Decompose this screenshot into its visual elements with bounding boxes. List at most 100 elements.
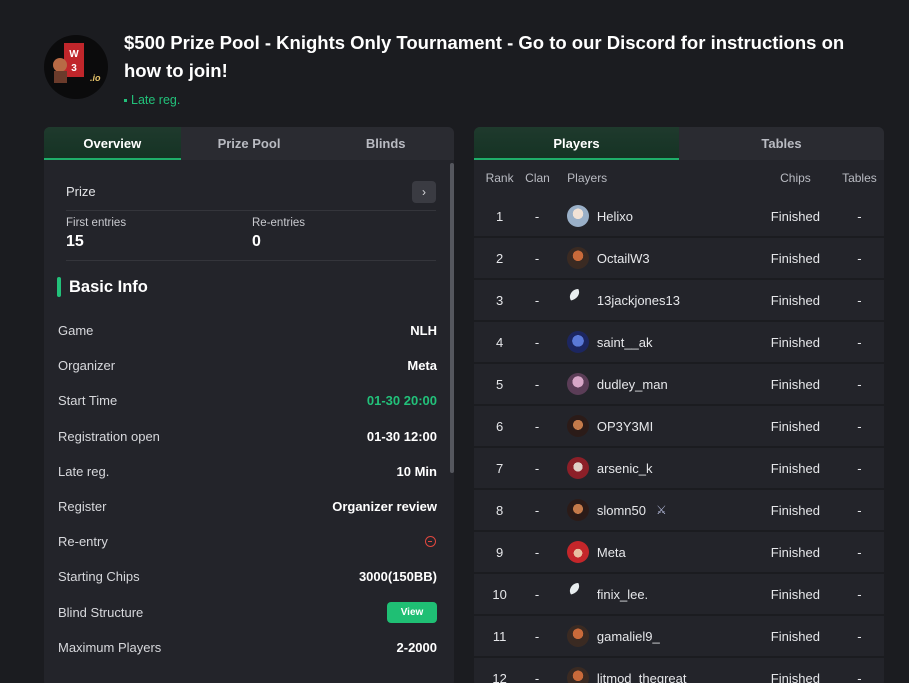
info-row-organizer: Organizer Meta — [58, 348, 437, 383]
clan-cell: - — [534, 670, 540, 683]
column-rank[interactable]: Rank — [474, 171, 525, 185]
table-row[interactable]: 9 - Meta Finished - — [474, 532, 884, 574]
chips-cell: Finished — [770, 460, 820, 476]
basic-info-list: Game NLH Organizer Meta Start Time 01-30… — [58, 313, 437, 665]
status-badge: Late reg. — [124, 93, 180, 107]
first-entries-label: First entries — [66, 217, 127, 229]
player-cell[interactable]: Meta — [549, 541, 756, 563]
rank-cell: 5 — [495, 376, 504, 392]
view-blinds-button[interactable]: View — [387, 601, 437, 623]
avatar — [566, 457, 589, 479]
players-table-header: Rank Clan Players Chips Tables — [474, 160, 884, 196]
player-name: gamaliel9_ — [596, 628, 660, 644]
player-cell[interactable]: finix_lee. — [549, 583, 756, 605]
player-cell[interactable]: Helixo — [549, 205, 756, 227]
table-row[interactable]: 12 - litmod_thegreat Finished - — [474, 658, 884, 683]
column-tables[interactable]: Tables — [835, 171, 884, 185]
chips-cell: Finished — [770, 334, 820, 350]
avatar — [566, 625, 589, 647]
rank-cell: 6 — [495, 418, 504, 434]
info-row-game: Game NLH — [58, 313, 437, 348]
column-chips[interactable]: Chips — [756, 171, 835, 185]
info-key: Game — [58, 323, 94, 339]
info-row-register: Register Organizer review — [58, 489, 437, 524]
table-row[interactable]: 5 - dudley_man Finished - — [474, 364, 884, 406]
chips-cell: Finished — [770, 670, 820, 683]
prize-row[interactable]: Prize › — [66, 173, 436, 211]
player-cell[interactable]: slomn50 ⚔ — [549, 499, 756, 521]
avatar — [566, 247, 589, 269]
tables-cell: - — [857, 334, 862, 350]
info-key: Late reg. — [58, 463, 110, 479]
player-cell[interactable]: saint__ak — [549, 331, 756, 353]
table-row[interactable]: 2 - OctailW3 Finished - — [474, 238, 884, 280]
avatar — [567, 583, 589, 605]
table-row[interactable]: 8 - slomn50 ⚔ Finished - — [474, 490, 884, 532]
info-value: 01-30 12:00 — [366, 428, 437, 444]
tables-cell: - — [857, 502, 862, 518]
tab-tables[interactable]: Tables — [679, 127, 884, 160]
tables-cell: - — [857, 292, 862, 308]
tab-blinds[interactable]: Blinds — [317, 127, 454, 160]
column-players[interactable]: Players — [549, 171, 756, 185]
table-row[interactable]: 6 - OP3Y3MI Finished - — [474, 406, 884, 448]
leaf-icon — [567, 583, 582, 595]
tournament-logo: W 3 .io — [44, 35, 108, 99]
player-name: OP3Y3MI — [596, 418, 654, 434]
clan-cell: - — [534, 460, 540, 476]
column-clan[interactable]: Clan — [525, 171, 550, 185]
clan-cell: - — [534, 376, 540, 392]
info-key: Organizer — [58, 358, 116, 374]
player-name: arsenic_k — [596, 460, 653, 476]
avatar — [566, 205, 589, 227]
page-title: $500 Prize Pool - Knights Only Tournamen… — [124, 32, 845, 81]
player-cell[interactable]: litmod_thegreat — [549, 667, 756, 683]
rank-cell: 8 — [495, 502, 504, 518]
player-cell[interactable]: dudley_man — [549, 373, 756, 395]
scrollbar[interactable] — [450, 163, 454, 473]
info-row-re-entry: Re-entry — [58, 524, 437, 559]
tab-prize-pool[interactable]: Prize Pool — [181, 127, 318, 160]
svg-text:3: 3 — [71, 63, 77, 74]
player-cell[interactable]: arsenic_k — [549, 457, 756, 479]
tables-cell: - — [857, 208, 862, 224]
rank-cell: 2 — [495, 250, 504, 266]
tab-overview[interactable]: Overview — [44, 127, 181, 160]
tables-cell: - — [857, 250, 862, 266]
player-cell[interactable]: OP3Y3MI — [549, 415, 756, 437]
chevron-right-icon[interactable]: › — [412, 180, 436, 203]
first-entries: First entries 15 — [66, 217, 126, 251]
player-cell[interactable]: 13jackjones13 — [549, 289, 756, 311]
info-key: Starting Chips — [58, 569, 140, 585]
right-tabs: Players Tables — [474, 127, 884, 160]
info-value: NLH — [410, 323, 437, 339]
player-name: 13jackjones13 — [596, 292, 680, 308]
chips-cell: Finished — [770, 628, 820, 644]
table-row[interactable]: 7 - arsenic_k Finished - — [474, 448, 884, 490]
table-row[interactable]: 1 - Helixo Finished - — [474, 196, 884, 238]
player-cell[interactable]: gamaliel9_ — [549, 625, 756, 647]
player-name: slomn50 — [596, 502, 646, 518]
tab-players[interactable]: Players — [474, 127, 679, 160]
info-row-maximum-players: Maximum Players 2-2000 — [58, 630, 437, 665]
disabled-minus-icon — [425, 536, 436, 548]
table-row[interactable]: 11 - gamaliel9_ Finished - — [474, 616, 884, 658]
chips-cell: Finished — [770, 418, 820, 434]
info-row-blind-structure: Blind Structure View — [58, 595, 437, 630]
table-row[interactable]: 4 - saint__ak Finished - — [474, 322, 884, 364]
avatar — [566, 499, 589, 521]
player-cell[interactable]: OctailW3 — [549, 247, 756, 269]
avatar — [566, 541, 589, 563]
avatar — [566, 331, 589, 353]
info-value: 01-30 20:00 — [366, 393, 437, 409]
players-table-body: 1 - Helixo Finished - 2 - OctailW3 Finished - 3 - 13… — [474, 196, 884, 683]
svg-text:W: W — [69, 49, 79, 60]
chips-cell: Finished — [770, 376, 820, 392]
table-row[interactable]: 10 - finix_lee. Finished - — [474, 574, 884, 616]
clan-cell: - — [534, 334, 540, 350]
players-panel: Players Tables Rank Clan Players Chips T… — [474, 127, 884, 683]
tables-cell: - — [857, 586, 862, 602]
table-row[interactable]: 3 - 13jackjones13 Finished - — [474, 280, 884, 322]
clan-cell: - — [534, 586, 540, 602]
clan-cell: - — [534, 250, 540, 266]
